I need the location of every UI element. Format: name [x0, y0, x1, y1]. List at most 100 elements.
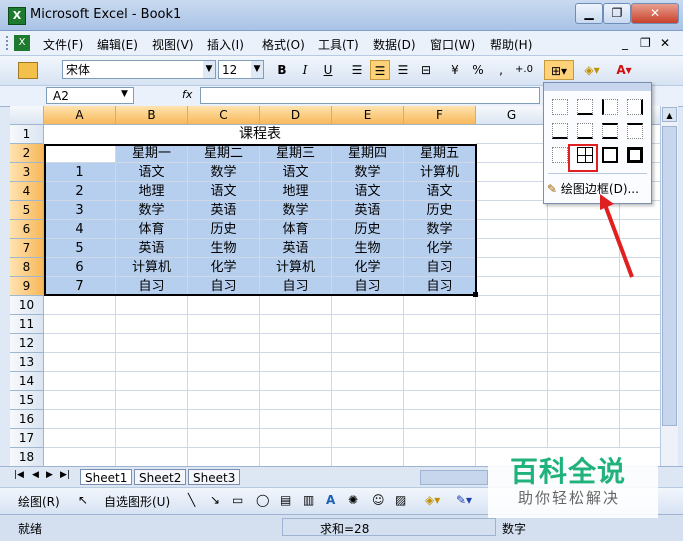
empty-cell[interactable] [476, 239, 548, 258]
select-arrow-icon[interactable]: ↖ [78, 493, 88, 507]
doc-minimize-button[interactable]: _ [622, 36, 628, 50]
empty-cell[interactable] [476, 391, 548, 410]
empty-cell[interactable] [332, 410, 404, 429]
empty-cell[interactable] [548, 353, 620, 372]
empty-cell[interactable] [260, 372, 332, 391]
empty-cell[interactable] [404, 410, 476, 429]
menu-help[interactable]: 帮助(H) [490, 36, 532, 53]
empty-cell[interactable] [44, 410, 116, 429]
empty-cell[interactable] [260, 410, 332, 429]
table-cell[interactable]: 英语 [332, 201, 404, 220]
line-color-icon[interactable]: ✎▾ [456, 493, 472, 507]
table-cell[interactable]: 数学 [332, 163, 404, 182]
table-cell[interactable]: 历史 [188, 220, 260, 239]
empty-cell[interactable] [332, 353, 404, 372]
column-header-f[interactable]: F [404, 106, 476, 125]
border-left-icon[interactable] [602, 99, 618, 115]
empty-cell[interactable] [188, 429, 260, 448]
empty-cell[interactable] [188, 372, 260, 391]
table-cell[interactable]: 生物 [188, 239, 260, 258]
merge-center-icon[interactable]: ⊟ [416, 60, 436, 80]
table-cell[interactable]: 化学 [404, 239, 476, 258]
bold-button[interactable]: B [272, 60, 292, 80]
empty-cell[interactable] [188, 315, 260, 334]
empty-cell[interactable] [260, 296, 332, 315]
table-cell[interactable]: 英语 [116, 239, 188, 258]
empty-cell[interactable] [404, 334, 476, 353]
empty-cell[interactable] [476, 201, 548, 220]
row-header-18[interactable]: 18 [10, 448, 44, 466]
row-header-6[interactable]: 6 [10, 220, 44, 239]
empty-cell[interactable] [476, 296, 548, 315]
tab-sheet2[interactable]: Sheet2 [134, 469, 187, 485]
percent-button[interactable]: % [468, 60, 488, 80]
row-header-15[interactable]: 15 [10, 391, 44, 410]
border-right-icon[interactable] [627, 99, 643, 115]
oval-icon[interactable]: ◯ [256, 493, 269, 507]
empty-cell[interactable] [260, 429, 332, 448]
table-cell[interactable] [44, 144, 116, 163]
table-cell[interactable]: 自习 [188, 277, 260, 296]
empty-cell[interactable] [476, 277, 548, 296]
table-cell[interactable]: 7 [44, 277, 116, 296]
empty-cell[interactable] [188, 448, 260, 466]
border-outside-icon[interactable] [602, 147, 618, 163]
row-header-10[interactable]: 10 [10, 296, 44, 315]
fill-color-icon[interactable]: ◈▾ [578, 60, 606, 80]
column-header-e[interactable]: E [332, 106, 404, 125]
border-double-bottom-icon[interactable] [552, 123, 568, 139]
empty-cell[interactable] [260, 391, 332, 410]
empty-cell[interactable] [404, 353, 476, 372]
tab-sheet3[interactable]: Sheet3 [188, 469, 241, 485]
align-left-icon[interactable]: ☰ [347, 60, 367, 80]
row-header-11[interactable]: 11 [10, 315, 44, 334]
dropdown-grip[interactable] [544, 83, 651, 91]
empty-cell[interactable] [620, 391, 660, 410]
empty-cell[interactable] [548, 429, 620, 448]
excel-app-icon[interactable]: X [8, 7, 26, 25]
row-header-7[interactable]: 7 [10, 239, 44, 258]
empty-cell[interactable] [476, 163, 548, 182]
empty-cell[interactable] [476, 220, 548, 239]
table-cell[interactable]: 化学 [332, 258, 404, 277]
row-header-16[interactable]: 16 [10, 410, 44, 429]
row-header-14[interactable]: 14 [10, 372, 44, 391]
table-cell[interactable]: 语文 [188, 182, 260, 201]
row-header-13[interactable]: 13 [10, 353, 44, 372]
row-header-5[interactable]: 5 [10, 201, 44, 220]
clipart-icon[interactable]: ☺ [372, 493, 385, 507]
menu-window[interactable]: 窗口(W) [430, 36, 475, 53]
comma-button[interactable]: , [491, 60, 511, 80]
empty-cell[interactable] [620, 334, 660, 353]
rectangle-icon[interactable]: ▭ [232, 493, 243, 507]
table-cell[interactable]: 5 [44, 239, 116, 258]
table-cell[interactable]: 自习 [260, 277, 332, 296]
chevron-down-icon[interactable]: ▼ [121, 89, 128, 99]
empty-cell[interactable] [476, 258, 548, 277]
empty-cell[interactable] [188, 353, 260, 372]
table-cell[interactable]: 自习 [116, 277, 188, 296]
table-cell[interactable]: 计算机 [260, 258, 332, 277]
table-cell[interactable]: 自习 [404, 258, 476, 277]
menu-view[interactable]: 视图(V) [152, 36, 194, 53]
empty-cell[interactable] [476, 372, 548, 391]
table-cell[interactable]: 自习 [404, 277, 476, 296]
menu-data[interactable]: 数据(D) [373, 36, 416, 53]
empty-cell[interactable] [116, 448, 188, 466]
formula-input[interactable] [200, 87, 540, 104]
table-cell[interactable]: 1 [44, 163, 116, 182]
borders-button[interactable]: ⊞▾ [544, 60, 574, 80]
column-header-b[interactable]: B [116, 106, 188, 125]
align-center-icon[interactable]: ☰ [370, 60, 390, 80]
empty-cell[interactable] [476, 315, 548, 334]
diagram-icon[interactable]: ✺ [348, 493, 358, 507]
empty-cell[interactable] [188, 391, 260, 410]
empty-cell[interactable] [332, 391, 404, 410]
row-header-2[interactable]: 2 [10, 144, 44, 163]
prev-sheet-icon[interactable]: ◀ [32, 470, 39, 480]
chevron-down-icon[interactable]: ▼ [251, 61, 263, 78]
table-cell[interactable]: 星期五 [404, 144, 476, 163]
border-top-bottom-icon[interactable] [602, 123, 618, 139]
empty-cell[interactable] [620, 296, 660, 315]
select-all-corner[interactable] [10, 106, 44, 125]
